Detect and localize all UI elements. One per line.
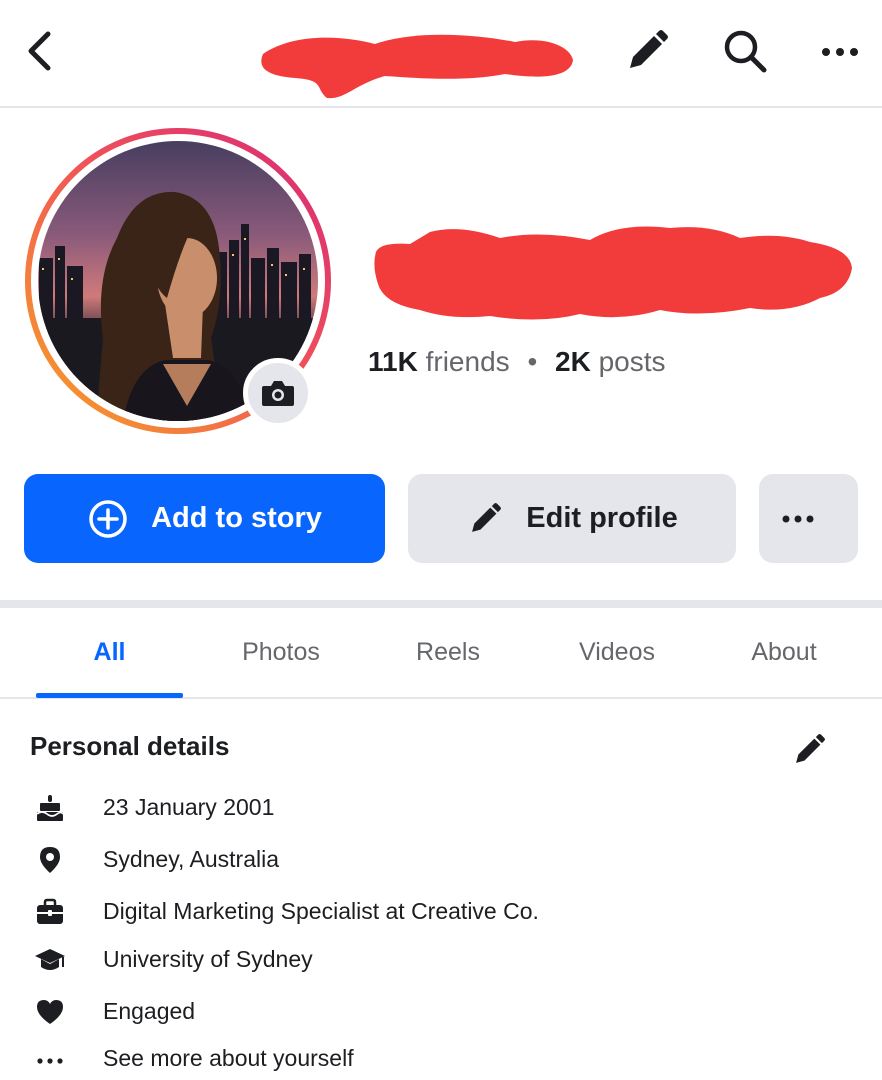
posts-label: posts: [598, 346, 666, 377]
detail-location: Sydney, Australia: [103, 846, 280, 872]
detail-birthday: 23 January 2001: [103, 794, 275, 820]
search-icon: [724, 30, 767, 73]
header-more-button[interactable]: [815, 32, 865, 72]
redacted-profile-name-title: [255, 24, 577, 106]
more-horizontal-icon: [33, 1042, 67, 1076]
header-edit-button[interactable]: [622, 26, 672, 76]
profile-more-button[interactable]: [759, 474, 858, 563]
detail-relationship: Engaged: [103, 998, 196, 1024]
more-horizontal-icon: [782, 515, 813, 522]
plus-circle-icon: [89, 499, 127, 538]
back-arrow-icon: [28, 31, 51, 71]
stats-separator: •: [527, 346, 538, 377]
active-tab-indicator: [36, 693, 183, 698]
tab-photos[interactable]: Photos: [210, 638, 352, 667]
edit-profile-button[interactable]: Edit profile: [408, 474, 736, 563]
pencil-icon: [796, 734, 825, 763]
briefcase-icon: [33, 895, 67, 929]
tab-about[interactable]: About: [714, 638, 854, 667]
heart-icon: [33, 995, 67, 1029]
edit-profile-label: Edit profile: [526, 502, 678, 534]
add-to-story-label: Add to story: [151, 502, 322, 534]
posts-count: 2K: [555, 346, 591, 377]
pencil-icon: [630, 30, 668, 68]
detail-education: University of Sydney: [103, 946, 313, 972]
header-search-button[interactable]: [720, 26, 770, 76]
see-more-about-link[interactable]: See more about yourself: [103, 1045, 354, 1072]
add-to-story-button[interactable]: Add to story: [24, 474, 385, 563]
location-pin-icon: [33, 843, 67, 877]
tab-videos[interactable]: Videos: [546, 638, 688, 667]
birthday-cake-icon: [33, 791, 67, 825]
friends-label[interactable]: friends: [426, 346, 510, 377]
more-horizontal-icon: [822, 48, 858, 56]
section-divider: [0, 600, 882, 608]
tab-reels[interactable]: Reels: [380, 638, 516, 667]
tab-all[interactable]: All: [36, 638, 183, 667]
personal-details-title: Personal details: [30, 731, 230, 761]
redacted-profile-name: [370, 218, 856, 330]
detail-work: Digital Marketing Specialist at Creative…: [103, 898, 539, 924]
change-profile-photo-button[interactable]: [243, 358, 313, 428]
pencil-icon: [472, 502, 502, 532]
edit-personal-details-button[interactable]: [790, 731, 828, 769]
back-button[interactable]: [18, 24, 62, 78]
camera-icon: [262, 381, 294, 406]
friends-count: 11K: [368, 346, 418, 377]
graduation-cap-icon: [33, 943, 67, 977]
profile-stats: 11K friends • 2K posts: [368, 346, 666, 378]
